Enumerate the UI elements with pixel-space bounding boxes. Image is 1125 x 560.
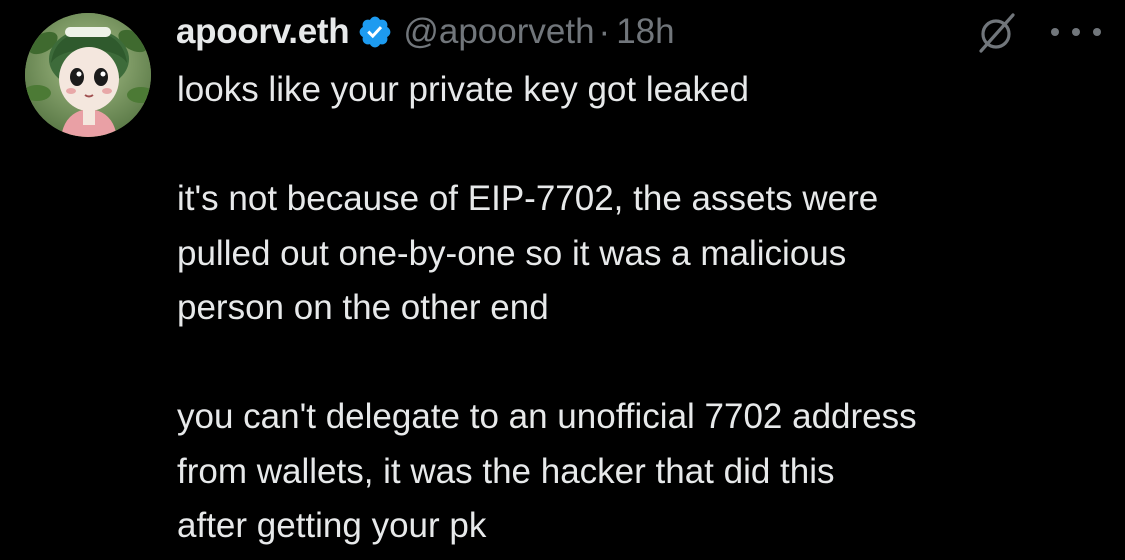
- grok-icon[interactable]: [975, 11, 1019, 55]
- text-line: it's not because of EIP-7702, the assets…: [177, 179, 879, 218]
- timestamp[interactable]: 18h: [616, 12, 674, 52]
- tweet-header: apoorv.eth @apoorveth · 18h: [176, 6, 675, 58]
- tweet-text: looks like your private key got leaked i…: [177, 63, 1107, 554]
- dot: [1051, 28, 1059, 36]
- dot: [1072, 28, 1080, 36]
- more-options-icon[interactable]: [1051, 14, 1101, 50]
- separator-dot: ·: [598, 12, 611, 51]
- text-line: from wallets, it was the hacker that did…: [177, 451, 835, 491]
- text-line: looks like your private key got leaked: [177, 70, 749, 109]
- text-line: pulled out one-by-one so it was a malici…: [177, 233, 847, 273]
- avatar-icon: [25, 13, 151, 137]
- tweet-paragraph: looks like your private key got leaked: [177, 63, 1107, 118]
- tweet-paragraph: it's not because of EIP-7702, the assets…: [177, 172, 1107, 336]
- text-line: you can't delegate to an unofficial 7702…: [177, 397, 917, 436]
- handle[interactable]: @apoorveth: [403, 12, 594, 52]
- tweet-card[interactable]: apoorv.eth @apoorveth · 18h looks like y…: [0, 0, 1125, 560]
- avatar[interactable]: [25, 13, 151, 137]
- text-line: after getting your pk: [177, 506, 487, 545]
- tweet-paragraph: you can't delegate to an unofficial 7702…: [177, 390, 1107, 554]
- verified-badge-icon[interactable]: [357, 14, 393, 50]
- display-name[interactable]: apoorv.eth: [176, 12, 350, 52]
- text-line: person on the other end: [177, 288, 549, 327]
- dot: [1093, 28, 1101, 36]
